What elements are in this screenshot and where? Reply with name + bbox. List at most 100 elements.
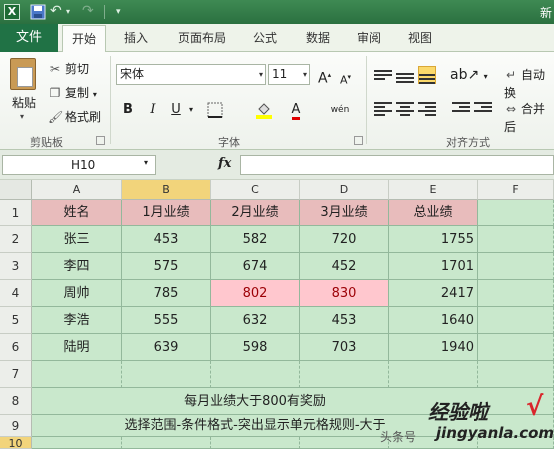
cell-total[interactable]: 1940	[389, 334, 478, 361]
orientation-icon[interactable]: ab↗ ▾	[450, 66, 488, 84]
customize-qat-icon[interactable]: ▾	[116, 4, 126, 20]
cell[interactable]	[122, 437, 211, 449]
cell-value[interactable]: 703	[300, 334, 389, 361]
select-all-corner[interactable]	[0, 180, 32, 200]
undo-icon[interactable]: ↶	[50, 4, 66, 20]
cell[interactable]	[478, 200, 554, 226]
insert-function-button[interactable]: fx	[218, 156, 231, 171]
cell[interactable]	[478, 307, 554, 334]
borders-icon[interactable]	[204, 100, 226, 120]
cell-name[interactable]: 李四	[32, 253, 122, 280]
wrap-text-button[interactable]: ↵ 自动换	[504, 66, 554, 100]
shrink-font-button[interactable]: A▾	[340, 68, 351, 87]
redo-icon[interactable]: ↷	[82, 4, 98, 20]
tab-review[interactable]: 审阅	[349, 24, 389, 52]
row-header[interactable]: 9	[0, 415, 32, 437]
cell-name[interactable]: 周帅	[32, 280, 122, 307]
align-top-icon[interactable]	[374, 68, 392, 86]
font-color-button[interactable]: A	[286, 100, 306, 120]
cell[interactable]	[478, 280, 554, 307]
cell-name[interactable]: 陆明	[32, 334, 122, 361]
row-header[interactable]: 4	[0, 280, 32, 307]
table-header-cell[interactable]: 总业绩	[389, 200, 478, 226]
cell-value-highlighted[interactable]: 830	[300, 280, 389, 307]
cell-value[interactable]: 575	[122, 253, 211, 280]
align-center-icon[interactable]	[396, 100, 414, 118]
bold-button[interactable]: B	[120, 100, 136, 120]
grow-font-button[interactable]: A▴	[318, 66, 331, 87]
cell[interactable]	[211, 361, 300, 388]
format-painter-button[interactable]: 🖌 格式刷	[48, 108, 101, 126]
cell[interactable]	[32, 437, 122, 449]
tab-file[interactable]: 文件	[0, 24, 58, 52]
cell[interactable]	[478, 334, 554, 361]
align-left-icon[interactable]	[374, 100, 392, 118]
copy-button[interactable]: ❐ 复制 ▾	[48, 84, 97, 102]
cut-button[interactable]: ✂ 剪切	[48, 60, 89, 78]
paste-icon[interactable]	[10, 58, 36, 90]
decrease-indent-icon[interactable]	[452, 100, 470, 118]
cell-value[interactable]: 452	[300, 253, 389, 280]
row-header[interactable]: 6	[0, 334, 32, 361]
row-header[interactable]: 2	[0, 226, 32, 253]
merge-center-button[interactable]: ⇔ 合并后	[504, 100, 554, 134]
launcher-icon[interactable]	[354, 136, 363, 145]
chevron-down-icon[interactable]: ▾	[144, 158, 148, 167]
cell-total[interactable]: 1755	[389, 226, 478, 253]
tab-insert[interactable]: 插入	[116, 24, 156, 52]
cell[interactable]	[300, 361, 389, 388]
row-header[interactable]: 7	[0, 361, 32, 388]
phonetic-icon[interactable]: wén	[326, 100, 354, 120]
column-header[interactable]: F	[478, 180, 554, 200]
name-box[interactable]: H10	[2, 155, 156, 175]
tab-home[interactable]: 开始	[62, 25, 106, 53]
font-name-select[interactable]: 宋体 ▾	[116, 64, 266, 85]
row-header[interactable]: 8	[0, 388, 32, 415]
increase-indent-icon[interactable]	[474, 100, 492, 118]
cell-value[interactable]: 598	[211, 334, 300, 361]
cell-total[interactable]: 1640	[389, 307, 478, 334]
align-middle-icon[interactable]	[396, 68, 414, 86]
table-header-cell[interactable]: 1月业绩	[122, 200, 211, 226]
italic-button[interactable]: I	[145, 100, 161, 120]
tab-page-layout[interactable]: 页面布局	[170, 24, 234, 52]
row-header[interactable]: 10	[0, 437, 32, 449]
cell[interactable]	[478, 226, 554, 253]
table-header-cell[interactable]: 3月业绩	[300, 200, 389, 226]
column-header[interactable]: C	[211, 180, 300, 200]
table-header-cell[interactable]: 姓名	[32, 200, 122, 226]
row-header[interactable]: 5	[0, 307, 32, 334]
cell-value[interactable]: 632	[211, 307, 300, 334]
cell-value-highlighted[interactable]: 802	[211, 280, 300, 307]
row-header[interactable]: 1	[0, 200, 32, 226]
paste-button[interactable]: 粘贴	[12, 94, 36, 111]
launcher-icon[interactable]	[96, 136, 105, 145]
underline-button[interactable]: U	[168, 100, 184, 120]
chevron-down-icon[interactable]: ▾	[20, 112, 24, 121]
cell-value[interactable]: 674	[211, 253, 300, 280]
cell-name[interactable]: 张三	[32, 226, 122, 253]
save-icon[interactable]	[30, 4, 46, 20]
cell-value[interactable]: 582	[211, 226, 300, 253]
cell-value[interactable]: 785	[122, 280, 211, 307]
fill-color-icon[interactable]	[252, 100, 276, 120]
cell-value[interactable]: 453	[122, 226, 211, 253]
font-size-select[interactable]: 11 ▾	[268, 64, 310, 85]
column-header[interactable]: A	[32, 180, 122, 200]
table-header-cell[interactable]: 2月业绩	[211, 200, 300, 226]
tab-formulas[interactable]: 公式	[245, 24, 285, 52]
cell[interactable]	[389, 361, 478, 388]
cell[interactable]	[122, 361, 211, 388]
chevron-down-icon[interactable]: ▾	[66, 4, 74, 20]
cell-value[interactable]: 555	[122, 307, 211, 334]
cell[interactable]	[478, 361, 554, 388]
cell[interactable]	[211, 437, 300, 449]
cell-value[interactable]: 453	[300, 307, 389, 334]
cell-value[interactable]: 639	[122, 334, 211, 361]
column-header[interactable]: D	[300, 180, 389, 200]
cell[interactable]	[32, 361, 122, 388]
formula-input[interactable]	[240, 155, 554, 175]
cell-total[interactable]: 1701	[389, 253, 478, 280]
align-right-icon[interactable]	[418, 100, 436, 118]
align-bottom-icon[interactable]	[418, 66, 436, 84]
